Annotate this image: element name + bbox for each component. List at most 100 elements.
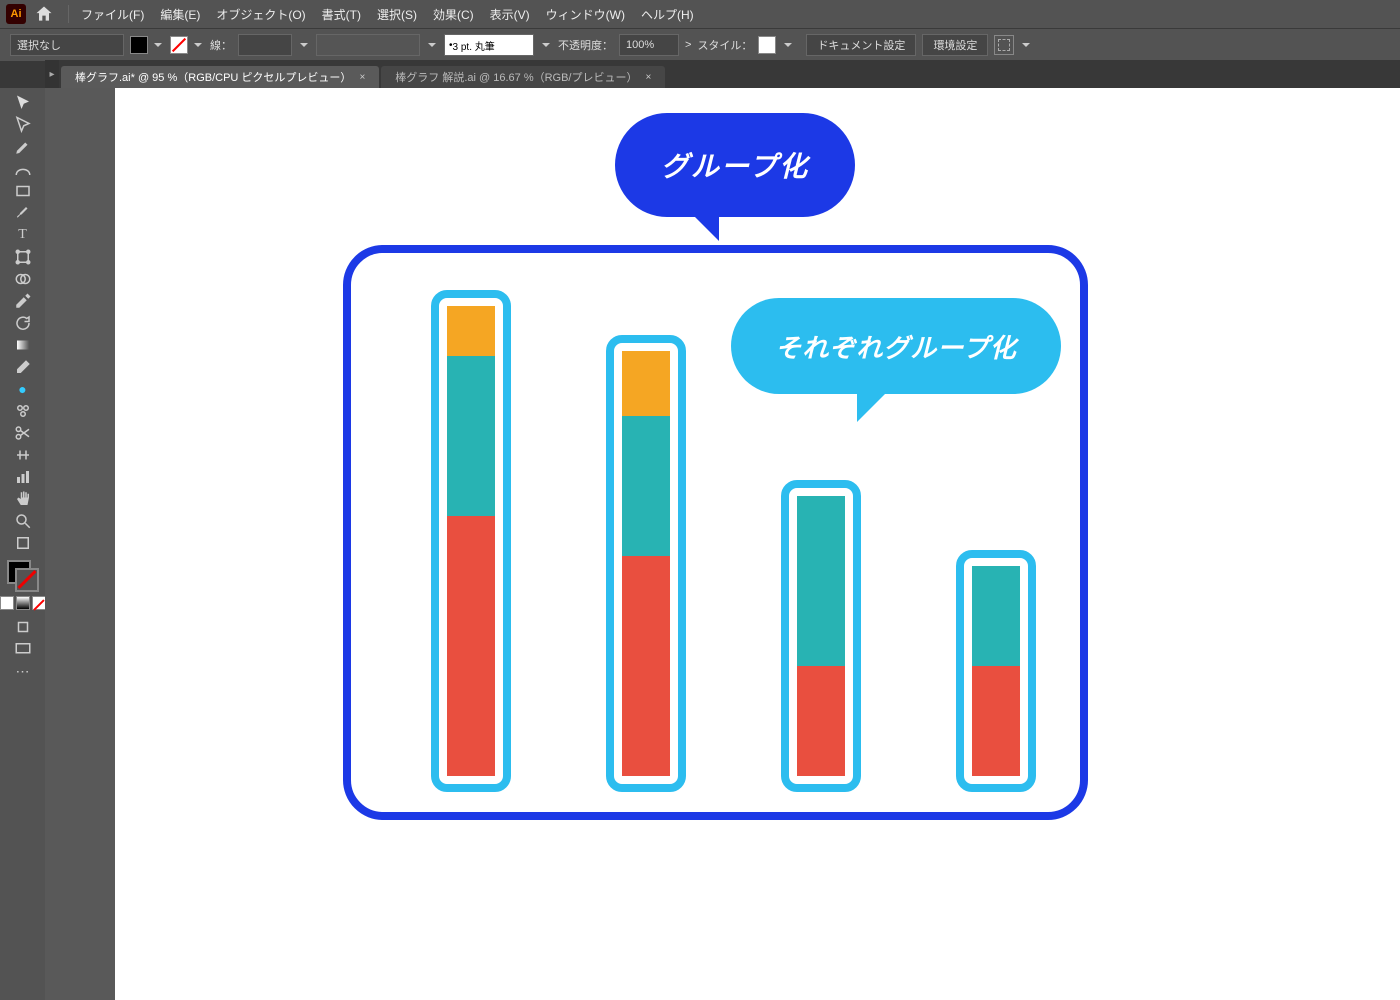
symbol-tool-icon[interactable] <box>11 400 35 422</box>
close-icon[interactable]: × <box>646 72 652 83</box>
pen-tool-icon[interactable] <box>11 136 35 158</box>
fill-dropdown-icon[interactable] <box>152 39 164 51</box>
menu-select[interactable]: 選択(S) <box>369 6 425 23</box>
bar-segment-mid[interactable] <box>797 496 845 666</box>
chart-outer-group[interactable] <box>343 245 1088 820</box>
tab-inactive[interactable]: 棒グラフ 解説.ai @ 16.67 %（RGB/プレビュー） × <box>381 66 665 88</box>
menu-edit[interactable]: 編集(E) <box>152 6 208 23</box>
menu-window[interactable]: ウィンドウ(W) <box>538 6 633 23</box>
close-icon[interactable]: × <box>359 72 365 83</box>
bar-segment-mid[interactable] <box>447 356 495 516</box>
menu-view[interactable]: 表示(V) <box>482 6 538 23</box>
column-graph-tool-icon[interactable] <box>11 466 35 488</box>
paintbrush-tool-icon[interactable] <box>11 202 35 224</box>
preferences-button[interactable]: 環境設定 <box>922 34 988 56</box>
draw-mode-icon[interactable] <box>11 616 35 638</box>
type-tool-icon[interactable]: T <box>11 224 35 246</box>
brush-field[interactable] <box>316 34 420 56</box>
home-icon[interactable] <box>34 4 54 24</box>
stroke-dropdown-icon[interactable] <box>192 39 204 51</box>
blob-brush-tool-icon[interactable]: ● <box>11 378 35 400</box>
stroke-group[interactable] <box>170 36 204 54</box>
fill-group[interactable] <box>130 36 164 54</box>
width-tool-icon[interactable] <box>11 444 35 466</box>
opacity-field[interactable]: 100% <box>619 34 679 56</box>
color-mode-icon[interactable] <box>0 596 14 610</box>
chart-bar-group[interactable] <box>606 335 686 792</box>
style-dd-icon[interactable] <box>782 39 794 51</box>
stroke-none-icon[interactable] <box>170 36 188 54</box>
panel-toggle-icon[interactable]: ▸ <box>45 60 59 88</box>
stacked-bar[interactable] <box>972 566 1020 776</box>
brush-preset[interactable]: • 3 pt. 丸筆 <box>444 34 534 56</box>
menu-file[interactable]: ファイル(F) <box>73 6 152 23</box>
bar-segment-bot[interactable] <box>797 666 845 776</box>
callout-outer-group[interactable]: グループ化 <box>615 113 855 217</box>
document-tabs: ▸ 棒グラフ.ai* @ 95 %（RGB/CPU ピクセルプレビュー） × 棒グ… <box>45 60 1400 88</box>
stroke-label: 線： <box>210 37 232 53</box>
brush-preset-dd-icon[interactable] <box>540 39 552 51</box>
style-swatch-icon[interactable] <box>758 36 776 54</box>
eyedropper-tool-icon[interactable] <box>11 290 35 312</box>
app-logo-icon: Ai <box>6 4 26 24</box>
bar-segment-mid[interactable] <box>972 566 1020 666</box>
fill-stroke-indicator[interactable] <box>7 560 39 592</box>
control-bar: 選択なし 線： • 3 pt. 丸筆 不透明度： 100% > スタイル： ドキ… <box>0 28 1400 61</box>
gradient-mode-icon[interactable] <box>16 596 30 610</box>
hand-tool-icon[interactable] <box>11 488 35 510</box>
selection-status: 選択なし <box>10 34 124 56</box>
tab-label: 棒グラフ 解説.ai @ 16.67 %（RGB/プレビュー） <box>395 69 637 85</box>
stacked-bar[interactable] <box>797 496 845 776</box>
menu-object[interactable]: オブジェクト(O) <box>208 6 313 23</box>
free-transform-tool-icon[interactable] <box>11 246 35 268</box>
bar-segment-bot[interactable] <box>447 516 495 776</box>
stroke-weight-dd-icon[interactable] <box>298 39 310 51</box>
stroke-weight-field[interactable] <box>238 34 292 56</box>
menu-format[interactable]: 書式(T) <box>314 6 369 23</box>
doc-setup-button[interactable]: ドキュメント設定 <box>806 34 916 56</box>
align-dd-icon[interactable] <box>1020 39 1032 51</box>
artboard-tool-icon[interactable] <box>11 532 35 554</box>
bar-segment-bot[interactable] <box>622 556 670 776</box>
tab-active[interactable]: 棒グラフ.ai* @ 95 %（RGB/CPU ピクセルプレビュー） × <box>61 66 379 88</box>
canvas-area[interactable]: グループ化 それぞれグループ化 <box>45 88 1400 1000</box>
menu-effect[interactable]: 効果(C) <box>425 6 482 23</box>
tool-column: T ● ⋯ <box>0 88 45 1000</box>
stacked-bar[interactable] <box>447 306 495 776</box>
opacity-more-icon[interactable]: > <box>685 39 691 51</box>
style-label: スタイル： <box>697 37 752 53</box>
menu-help[interactable]: ヘルプ(H) <box>633 6 702 23</box>
shape-builder-tool-icon[interactable] <box>11 268 35 290</box>
chart-bar-group[interactable] <box>956 550 1036 792</box>
bar-segment-top[interactable] <box>622 351 670 416</box>
stroke-square-icon[interactable] <box>15 568 39 592</box>
stacked-bar[interactable] <box>622 351 670 776</box>
rotate-tool-icon[interactable] <box>11 312 35 334</box>
eraser-tool-icon[interactable] <box>11 356 35 378</box>
none-mode-icon[interactable] <box>32 596 46 610</box>
rectangle-tool-icon[interactable] <box>11 180 35 202</box>
chart-bar-group[interactable] <box>431 290 511 792</box>
zoom-tool-icon[interactable] <box>11 510 35 532</box>
bar-segment-mid[interactable] <box>622 416 670 556</box>
scissors-tool-icon[interactable] <box>11 422 35 444</box>
direct-selection-tool-icon[interactable] <box>11 114 35 136</box>
brush-dd-icon[interactable] <box>426 39 438 51</box>
align-icon[interactable] <box>994 35 1014 55</box>
chart-bar-group[interactable] <box>781 480 861 792</box>
gradient-tool-icon[interactable] <box>11 334 35 356</box>
tab-label: 棒グラフ.ai* @ 95 %（RGB/CPU ピクセルプレビュー） <box>75 69 351 85</box>
color-mode-row <box>0 596 46 610</box>
callout-label: グループ化 <box>661 145 809 185</box>
more-tools-icon[interactable]: ⋯ <box>11 660 35 682</box>
bar-segment-top[interactable] <box>447 306 495 356</box>
fill-swatch-icon[interactable] <box>130 36 148 54</box>
app-menubar: Ai ファイル(F) 編集(E) オブジェクト(O) 書式(T) 選択(S) 効… <box>0 0 1400 28</box>
curvature-tool-icon[interactable] <box>11 158 35 180</box>
opacity-label: 不透明度： <box>558 37 613 53</box>
artboard[interactable]: グループ化 それぞれグループ化 <box>115 88 1400 1000</box>
bar-segment-bot[interactable] <box>972 666 1020 776</box>
selection-tool-icon[interactable] <box>11 92 35 114</box>
separator <box>68 5 69 23</box>
screen-mode-icon[interactable] <box>11 638 35 660</box>
